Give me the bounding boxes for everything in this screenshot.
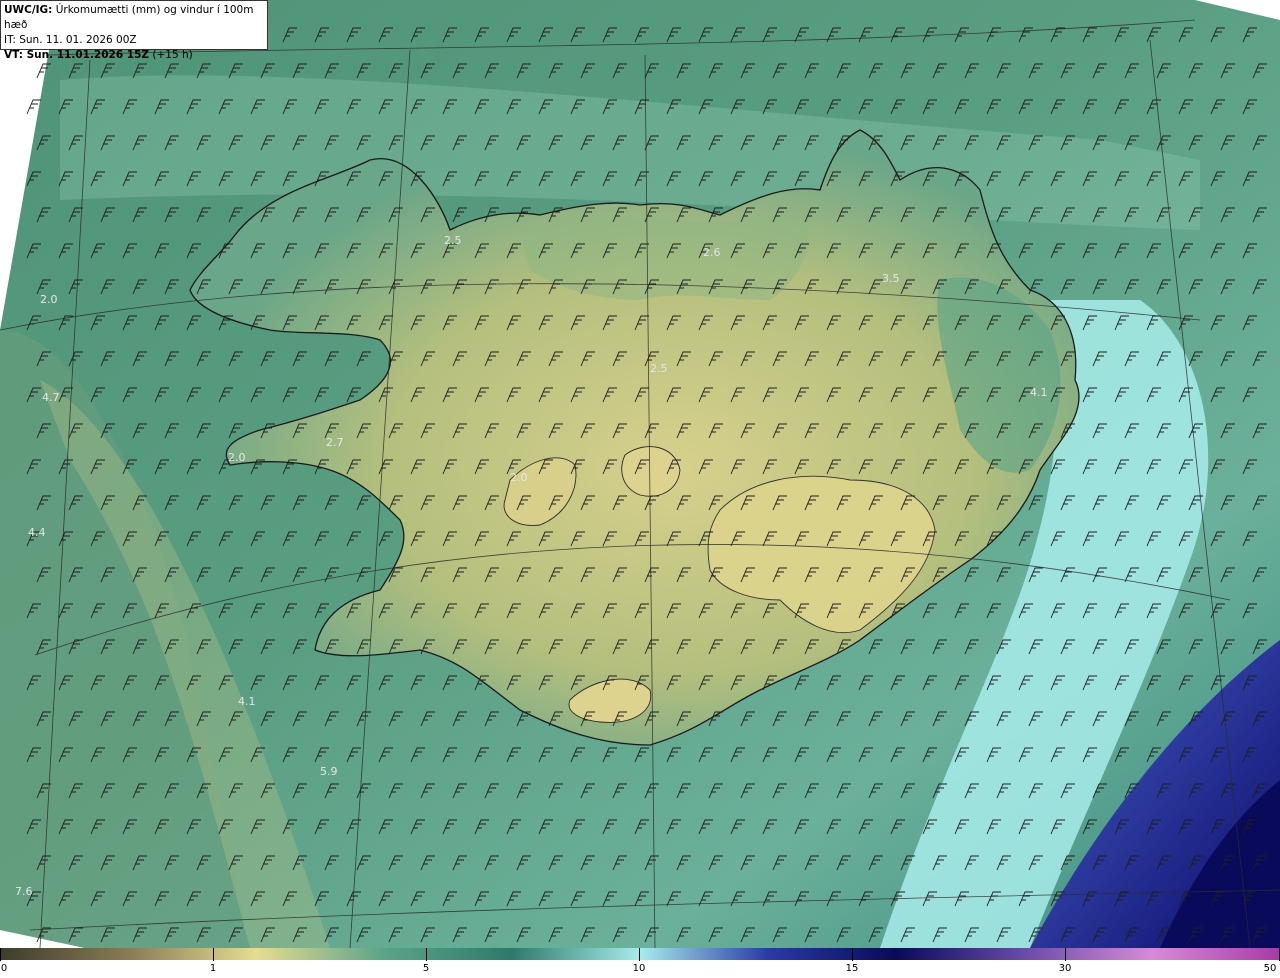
colorbar-tick: 50 [1263,963,1277,974]
colorbar-strip [0,948,1280,960]
value-label: 4.4 [28,526,46,539]
colorbar-tick: 30 [1058,963,1072,974]
title-line: UWC/IG: Úrkomumætti (mm) og vindur í 100… [4,3,264,33]
value-label: 4.7 [42,391,60,404]
value-label: 2.0 [40,293,58,306]
colorbar-tick: 10 [632,963,646,974]
value-label: 2.0 [510,471,528,484]
colorbar: 0 1 5 10 15 30 50 [0,948,1280,978]
weather-map: 4.7 4.4 4.1 5.9 7.6 2.0 2.0 2.7 2.5 2.6 … [0,0,1280,948]
value-label: 2.7 [326,436,344,449]
value-label: 5.9 [320,765,338,778]
valid-time: VT: Sun. 11.01.2026 15Z [4,49,150,61]
value-label: 2.5 [444,234,462,247]
colorbar-tick: 5 [422,963,430,974]
value-label: 2.6 [703,246,721,259]
hofsjokull-glacier [621,446,681,497]
value-label: 2.0 [228,451,246,464]
value-label: 4.1 [238,695,256,708]
valid-time-line: VT: Sun. 11.01.2026 15Z (+15 h) [4,48,264,63]
colorbar-tick: 1 [209,963,217,974]
value-label: 4.1 [1030,386,1048,399]
info-box: UWC/IG: Úrkomumætti (mm) og vindur í 100… [0,0,268,61]
value-label: 2.5 [650,362,668,375]
issue-time: IT: Sun. 11. 01. 2026 00Z [4,34,137,46]
product-code: UWC/IG: [4,4,53,16]
colorbar-tick: 0 [0,963,8,974]
value-label: 7.6 [15,885,33,898]
north-highlands [520,210,809,300]
colorbar-tick: 15 [845,963,859,974]
value-label: 3.5 [882,272,900,285]
lead-time: (+15 h) [152,49,193,61]
